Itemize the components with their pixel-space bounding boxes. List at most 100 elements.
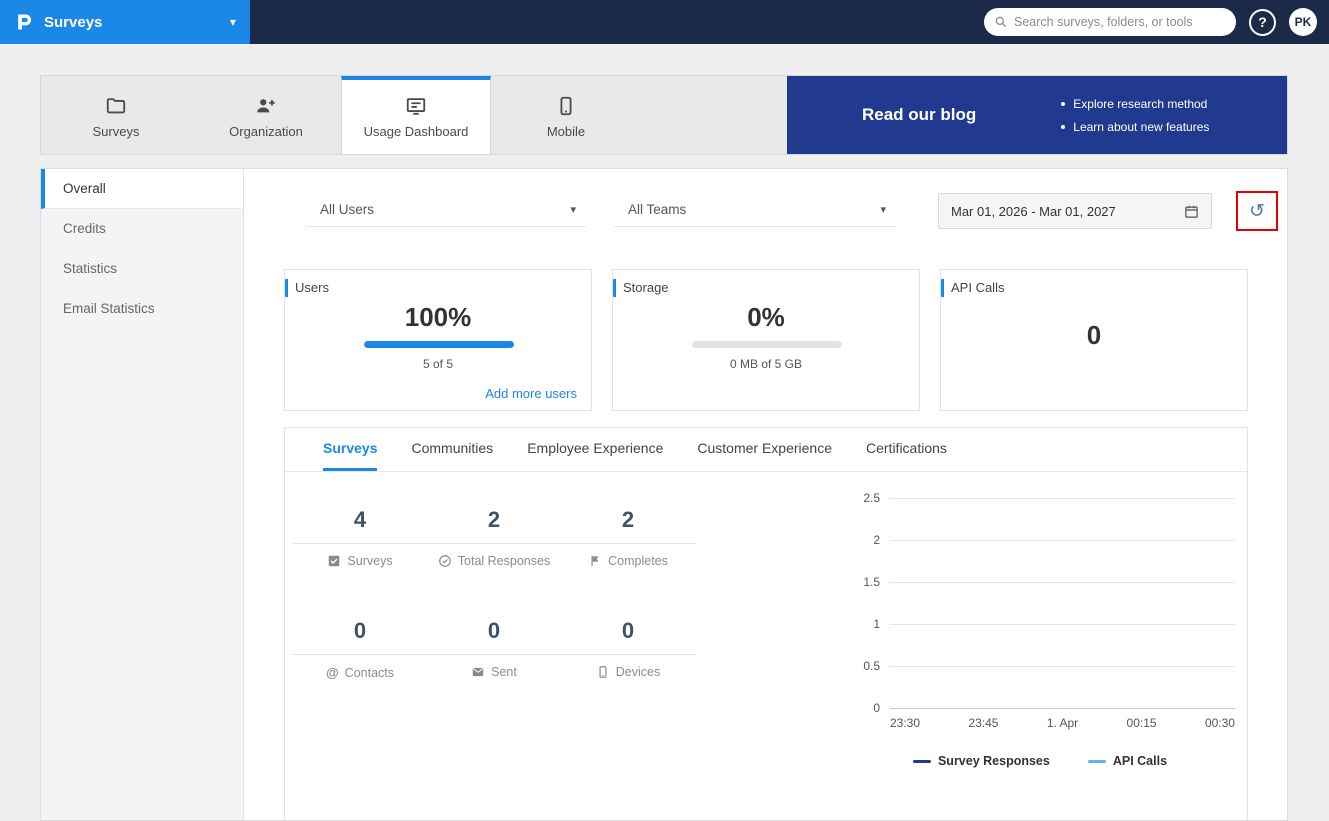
global-search[interactable]: [984, 8, 1236, 36]
chevron-down-icon: ▾: [229, 15, 236, 29]
primary-nav: Surveys Organization Usage Dashboard Mob…: [40, 75, 1288, 155]
bullet-dot-icon: [1061, 124, 1066, 129]
metric-value: 4: [293, 503, 427, 544]
stat-card-row: Users 100% 5 of 5 Add more users Storage…: [284, 269, 1248, 411]
stat-value: 0%: [747, 302, 785, 332]
content-tab-communities[interactable]: Communities: [411, 428, 493, 471]
metric-label-row: Sent: [427, 665, 561, 679]
search-icon: [994, 15, 1008, 29]
app-name: Surveys: [44, 13, 103, 31]
card-accent-bar: [285, 279, 288, 297]
reset-filters-button[interactable]: ↺: [1239, 194, 1275, 228]
mobile-icon: [555, 95, 577, 117]
y-axis-label: 0: [873, 701, 880, 715]
date-range-picker[interactable]: Mar 01, 2026 - Mar 01, 2027: [938, 193, 1212, 229]
metric-grid: 4 Surveys 2 Total Responses 2 Completes …: [293, 503, 695, 680]
tab-organization[interactable]: Organization: [191, 76, 341, 154]
stat-card-users: Users 100% 5 of 5 Add more users: [284, 269, 592, 411]
content-tab-surveys[interactable]: Surveys: [323, 428, 378, 471]
metric-label: Total Responses: [457, 554, 551, 568]
envelope-icon: [471, 665, 485, 679]
blog-bullet: Learn about new features: [1061, 120, 1209, 134]
search-input[interactable]: [1014, 15, 1226, 29]
x-axis-label: 00:30: [1204, 716, 1235, 730]
metric-contacts: 0 @ Contacts: [293, 614, 427, 680]
content-tabs: Surveys Communities Employee Experience …: [285, 428, 1247, 472]
metric-devices: 0 Devices: [561, 614, 695, 680]
avatar[interactable]: PK: [1289, 8, 1317, 36]
tab-mobile[interactable]: Mobile: [491, 76, 641, 154]
check-circle-icon: [438, 554, 452, 568]
annotation-red-box: ↺: [1236, 191, 1278, 231]
legend-label: API Calls: [1112, 754, 1168, 768]
metric-label: Contacts: [344, 665, 395, 680]
x-axis-label: 23:45: [968, 716, 999, 730]
sidebar-item-email-statistics[interactable]: Email Statistics: [41, 289, 243, 329]
tab-usage-dashboard[interactable]: Usage Dashboard: [341, 76, 491, 154]
main-panel: All Users ▾ All Teams ▾ Mar 01, 2026 - M…: [244, 169, 1287, 820]
y-axis-label: 2.5: [863, 491, 880, 505]
storage-progress-bar: [692, 341, 842, 348]
content-tab-employee-experience[interactable]: Employee Experience: [527, 428, 663, 471]
usage-chart: 2.5 2 1.5 1 0.5 0 23:30 23:45 1. Apr 00:…: [835, 486, 1245, 816]
card-accent-bar: [941, 279, 944, 297]
blog-bullet: Explore research method: [1061, 97, 1209, 111]
tab-label: Surveys: [92, 124, 140, 139]
content-tab-certifications[interactable]: Certifications: [866, 428, 947, 471]
legend-item-api-calls[interactable]: API Calls: [1087, 754, 1168, 768]
users-filter-select[interactable]: All Users ▾: [306, 193, 586, 227]
metric-label-row: Surveys: [293, 554, 427, 568]
sidebar-item-credits[interactable]: Credits: [41, 209, 243, 249]
stat-card-storage: Storage 0% 0 MB of 5 GB: [612, 269, 920, 411]
blog-bullet-list: Explore research method Learn about new …: [1061, 97, 1209, 134]
stat-card-title: Users: [295, 280, 329, 295]
sidebar-item-overall[interactable]: Overall: [41, 169, 243, 209]
device-icon: [596, 665, 610, 679]
add-more-users-link[interactable]: Add more users: [485, 386, 577, 401]
sidebar: Overall Credits Statistics Email Statist…: [41, 169, 244, 820]
blog-bullet-text: Explore research method: [1073, 96, 1208, 111]
legend-swatch: [1087, 759, 1106, 763]
gridline: [890, 540, 1235, 541]
help-button[interactable]: ?: [1249, 8, 1276, 36]
legend-item-survey-responses[interactable]: Survey Responses: [912, 754, 1050, 768]
metric-label: Sent: [491, 665, 517, 679]
metric-completes: 2 Completes: [561, 503, 695, 568]
metric-label: Completes: [608, 554, 668, 568]
sidebar-item-statistics[interactable]: Statistics: [41, 249, 243, 289]
plot-area: [890, 498, 1235, 709]
users-progress-bar: [364, 341, 514, 348]
metric-value: 0: [293, 614, 427, 655]
stat-subtitle: 5 of 5: [422, 357, 454, 371]
metric-label: Surveys: [347, 554, 393, 568]
y-axis-label: 0.5: [863, 659, 880, 673]
x-axis-label: 00:15: [1126, 716, 1157, 730]
blog-banner[interactable]: Read our blog Explore research method Le…: [787, 76, 1287, 154]
x-axis-label: 1. Apr: [1046, 716, 1079, 730]
bullet-dot-icon: [1061, 101, 1066, 106]
stat-value: 100%: [404, 302, 472, 332]
metric-label-row: Devices: [561, 665, 695, 679]
legend-swatch: [912, 759, 931, 763]
at-icon: @: [325, 665, 339, 680]
card-accent-bar: [613, 279, 616, 297]
content-tab-customer-experience[interactable]: Customer Experience: [697, 428, 832, 471]
checkbox-icon: [327, 554, 341, 568]
y-axis-label: 1.5: [863, 575, 880, 589]
app-switcher[interactable]: Surveys ▾: [0, 0, 250, 44]
users-filter-value: All Users: [320, 202, 375, 217]
x-axis-labels: 23:30 23:45 1. Apr 00:15 00:30: [890, 716, 1235, 730]
metric-surveys: 4 Surveys: [293, 503, 427, 568]
gridline: [890, 624, 1235, 625]
y-axis-label: 1: [873, 617, 880, 631]
flag-icon: [588, 554, 602, 568]
dashboard-icon: [405, 95, 427, 117]
blog-banner-title: Read our blog: [862, 105, 977, 124]
stat-value: 0: [1086, 320, 1102, 350]
teams-filter-select[interactable]: All Teams ▾: [614, 193, 896, 227]
chevron-down-icon: ▾: [880, 204, 886, 216]
organization-icon: [255, 95, 277, 117]
tab-surveys[interactable]: Surveys: [41, 76, 191, 154]
metric-value: 0: [561, 614, 695, 655]
